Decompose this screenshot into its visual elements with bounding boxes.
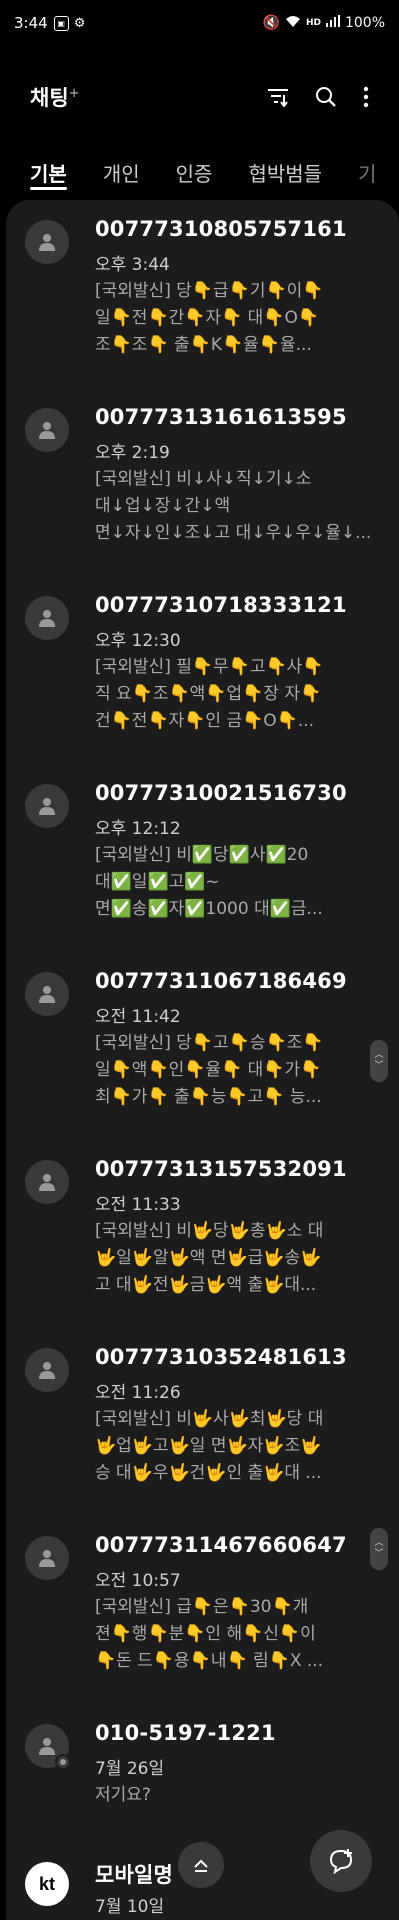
conversation-item[interactable]: 00777313161613595 오후 2:19 [국외발신] 비↓사↓직↓기…	[6, 388, 399, 576]
chevron-up-icon	[194, 1859, 208, 1872]
message-preview: [국외발신] 비🤟당🤟총🤟소 대 🤟일🤟알🤟액 면🤟급🤟송🤟 고 대🤟전🤟금🤟액…	[95, 1221, 324, 1295]
conversation-item[interactable]: 00777310805757161 오후 3:44 [국외발신] 당👇급👇기👇이…	[6, 200, 399, 388]
message-time: 오후 3:44	[95, 255, 170, 275]
conversation-item[interactable]: 00777310352481613 오전 11:26 [국외발신] 비🤟사🤟최🤟…	[6, 1328, 399, 1516]
scroll-handle[interactable]: ︿ ﹀	[370, 1528, 388, 1570]
tab-personal[interactable]: 개인	[103, 150, 140, 196]
conversation-item[interactable]: 00777311067186469 오전 11:42 [국외발신] 당👇고👇승👇…	[6, 952, 399, 1140]
sender-name: 010-5197-1221	[95, 1721, 276, 1745]
person-icon	[39, 234, 55, 251]
conversation-item[interactable]: 00777310021516730 오후 12:12 [국외발신] 비✅당✅사✅…	[6, 764, 399, 952]
network-label: HD	[305, 18, 321, 28]
app-title: 채팅+	[30, 86, 80, 110]
kt-logo: kt	[25, 1862, 69, 1906]
more-icon[interactable]	[363, 86, 369, 108]
signal-icon	[325, 15, 340, 31]
scroll-to-top-button[interactable]	[178, 1842, 224, 1888]
status-right: 🔇 HD 100%	[263, 15, 385, 32]
person-icon	[39, 610, 55, 627]
avatar	[25, 1724, 71, 1770]
person-icon	[39, 798, 55, 815]
conversation-item[interactable]: 00777313157532091 오전 11:33 [국외발신] 비🤟당🤟총🤟…	[6, 1140, 399, 1328]
message-time: 오전 11:42	[95, 1007, 181, 1027]
conversation-list: 00777310805757161 오후 3:44 [국외발신] 당👇급👇기👇이…	[6, 200, 399, 1920]
sender-name: 00777311467660647	[95, 1533, 347, 1557]
avatar	[25, 408, 69, 452]
sender-name: 00777311067186469	[95, 969, 347, 993]
title-plus: +	[68, 86, 80, 101]
wifi-icon	[285, 15, 301, 32]
tab-basic[interactable]: 기본	[30, 150, 67, 196]
avatar	[25, 1348, 69, 1392]
tab-bar: 기본 개인 인증 협박범들 기	[0, 150, 399, 196]
avatar	[25, 596, 69, 640]
person-icon	[39, 1550, 55, 1567]
sender-name: 모바일명	[95, 1863, 174, 1887]
avatar	[25, 784, 69, 828]
tab-verification[interactable]: 인증	[176, 150, 213, 196]
message-preview: [국외발신] 비↓사↓직↓기↓소 대↓업↓장↓간↓액 면↓자↓인↓조↓고 대↓우…	[95, 469, 372, 543]
filter-icon[interactable]	[267, 87, 289, 107]
app-header: 채팅+	[0, 72, 399, 122]
message-preview: [국외발신] 당👇고👇승👇조👇 일👇액👇인👇율👇 대👇가👇 최👇가👇 출👇능👇고…	[95, 1033, 324, 1107]
status-bar: 3:44 ▣ ⚙ 🔇 HD 100%	[0, 0, 399, 46]
message-time: 오후 2:19	[95, 443, 170, 463]
conversation-item[interactable]: 010-5197-1221 7월 26일 저기요?	[6, 1704, 399, 1842]
photo-icon: ▣	[53, 15, 69, 31]
conversation-item[interactable]: 00777311467660647 오전 10:57 [국외발신] 급👇은👇30…	[6, 1516, 399, 1704]
mute-icon: 🔇	[262, 15, 280, 31]
new-chat-button[interactable]	[310, 1830, 372, 1892]
sender-name: 00777310718333121	[95, 593, 347, 617]
message-time: 오전 11:26	[95, 1383, 181, 1403]
chat-badge-icon	[55, 1754, 71, 1770]
message-time: 오전 11:33	[95, 1195, 181, 1215]
new-chat-icon	[329, 1849, 353, 1875]
conversation-item[interactable]: 00777310718333121 오후 12:30 [국외발신] 필👇무👇고👇…	[6, 576, 399, 764]
message-time: 오전 10:57	[95, 1571, 181, 1591]
sender-name: 00777310805757161	[95, 217, 347, 241]
message-preview: [국외발신] 비🤟사🤟최🤟당 대 🤟업🤟고🤟일 면🤟자🤟조🤟 승 대🤟우🤟건🤟인…	[95, 1409, 324, 1483]
sender-name: 00777310352481613	[95, 1345, 347, 1369]
sender-name: 00777313161613595	[95, 405, 347, 429]
person-icon	[39, 986, 55, 1003]
message-preview: [국외발신] 비✅당✅사✅20 대✅일✅고✅~ 면✅송✅자✅1000 대✅금..…	[95, 845, 323, 919]
search-icon[interactable]	[315, 86, 337, 108]
sender-name: 00777313157532091	[95, 1157, 347, 1181]
avatar	[25, 1536, 69, 1580]
person-icon	[39, 1174, 55, 1191]
person-icon	[39, 1362, 55, 1379]
settings-icon: ⚙	[73, 15, 86, 31]
battery-label: 100%	[344, 15, 385, 31]
message-time: 7월 10일	[95, 1897, 165, 1917]
tab-threats[interactable]: 협박범들	[248, 150, 322, 196]
message-preview: 저기요?	[95, 1785, 151, 1805]
scroll-handle[interactable]: ︿ ﹀	[370, 1040, 388, 1082]
person-icon	[39, 422, 55, 439]
message-preview: [국외발신] 당👇급👇기👇이👇 일👇전👇간👇자👇 대👇O👇 조👇조👇 출👇K👇율…	[95, 281, 324, 355]
message-time: 오후 12:12	[95, 819, 181, 839]
avatar	[25, 1160, 69, 1204]
tab-partial[interactable]: 기	[358, 150, 376, 196]
avatar	[25, 220, 69, 264]
header-actions	[267, 86, 369, 108]
status-time: 3:44	[14, 14, 48, 32]
avatar	[25, 972, 69, 1016]
sender-name: 00777310021516730	[95, 781, 347, 805]
message-preview: [국외발신] 급👇은👇30👇개 젼👇행👇분👇인 해👇신👇이 👇돈 드👇용👇내👇 …	[95, 1597, 324, 1671]
person-icon	[39, 1738, 55, 1755]
message-time: 오후 12:30	[95, 631, 181, 651]
message-preview: [국외발신] 필👇무👇고👇사👇 직 요👇조👇액👇업👇장 자👇 건👇전👇자👇인 금…	[95, 657, 324, 731]
message-time: 7월 26일	[95, 1759, 165, 1779]
